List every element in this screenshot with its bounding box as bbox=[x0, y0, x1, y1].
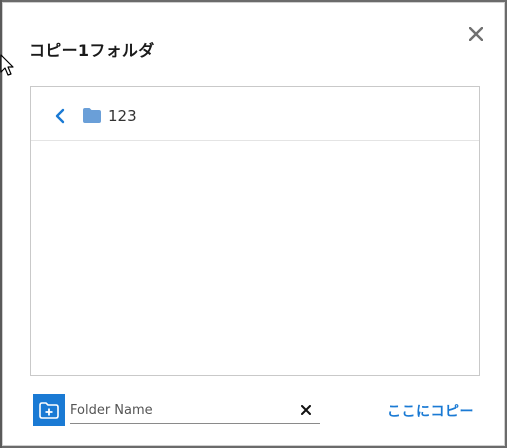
chevron-left-icon bbox=[55, 108, 65, 124]
folder-icon bbox=[83, 108, 101, 123]
dialog-title: コピー1フォルダ bbox=[29, 41, 155, 60]
folder-list[interactable] bbox=[31, 141, 479, 375]
copy-here-button[interactable]: ここにコピー bbox=[387, 401, 474, 421]
mouse-cursor-icon bbox=[0, 54, 14, 76]
folder-plus-icon bbox=[39, 401, 59, 419]
close-icon bbox=[469, 27, 483, 41]
copy-dialog: コピー1フォルダ 123 Folder Name ここにコピー bbox=[2, 2, 505, 446]
new-folder-button[interactable] bbox=[33, 394, 65, 426]
folder-name-input[interactable] bbox=[70, 398, 290, 422]
close-button[interactable] bbox=[465, 23, 487, 45]
close-icon bbox=[301, 405, 311, 415]
folder-name-field bbox=[70, 396, 320, 424]
back-button[interactable] bbox=[53, 107, 67, 125]
folder-browser: 123 bbox=[30, 86, 480, 376]
current-folder-name: 123 bbox=[108, 107, 137, 125]
folder-path-header: 123 bbox=[31, 87, 479, 141]
clear-input-button[interactable] bbox=[298, 402, 314, 418]
